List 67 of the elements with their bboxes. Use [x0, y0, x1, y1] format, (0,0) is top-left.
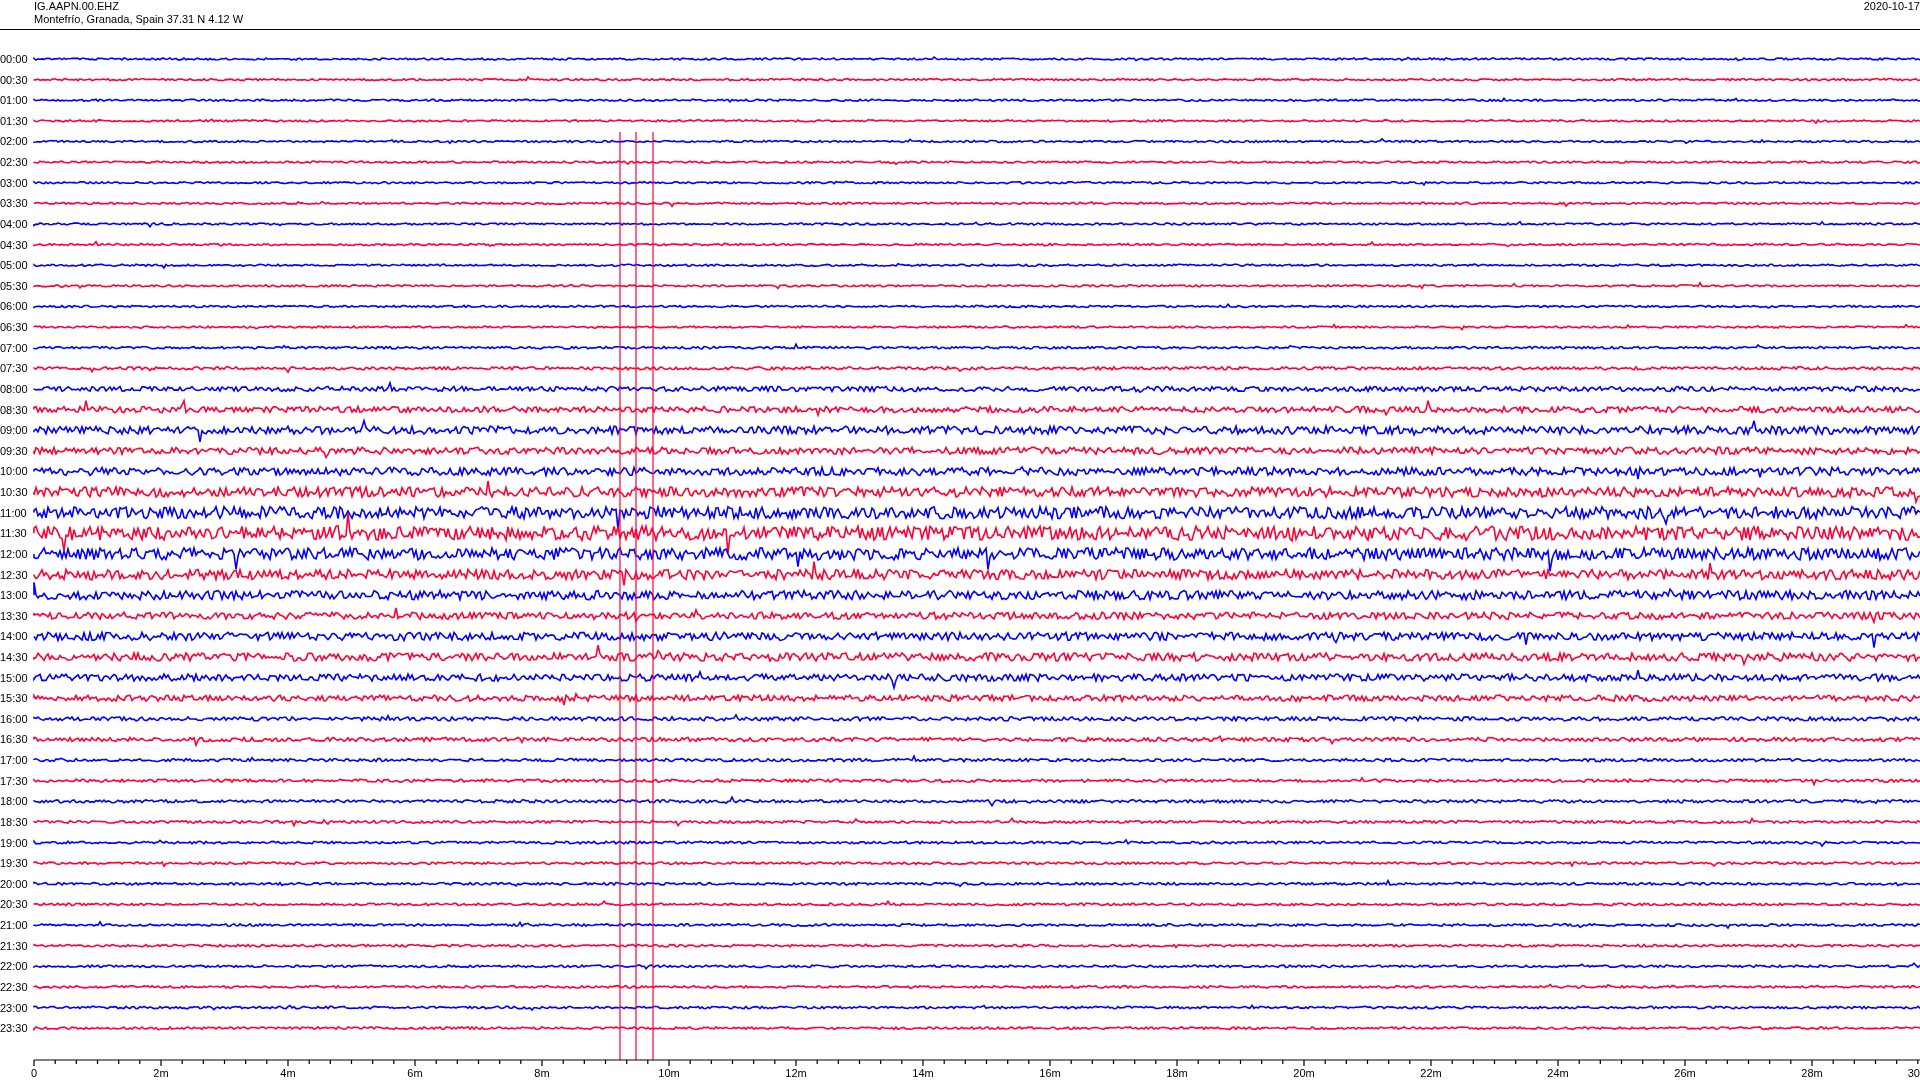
time-label: 07:00 [0, 341, 28, 354]
time-label: 18:00 [0, 795, 28, 808]
time-label: 15:00 [0, 671, 28, 684]
time-label: 17:00 [0, 754, 28, 767]
axis-tick-label: 16m [1039, 1067, 1061, 1079]
time-label: 04:30 [0, 238, 28, 251]
time-label: 04:00 [0, 217, 28, 230]
axis-tick-label: 8m [534, 1067, 550, 1079]
time-label: 23:00 [0, 1001, 28, 1014]
time-label: 03:00 [0, 176, 28, 189]
station-location: Montefrío, Granada, Spain 37.31 N 4.12 W [34, 13, 244, 26]
time-label: 00:30 [0, 73, 28, 86]
time-label: 09:30 [0, 444, 28, 457]
date-label: 2020-10-17 [1863, 0, 1920, 13]
time-label: 16:30 [0, 733, 28, 746]
time-label: 09:00 [0, 424, 28, 437]
time-label: 01:30 [0, 114, 28, 127]
axis-tick-label: 2m [153, 1067, 169, 1079]
axis-tick-label: 20m [1293, 1067, 1315, 1079]
time-label: 19:00 [0, 836, 28, 849]
time-label: 19:30 [0, 857, 28, 870]
time-label: 13:00 [0, 589, 28, 602]
time-label: 20:00 [0, 877, 28, 890]
axis-tick-label: 0 [31, 1067, 38, 1079]
time-label: 05:30 [0, 279, 28, 292]
time-label: 07:30 [0, 362, 28, 375]
time-label: 02:30 [0, 156, 28, 169]
time-label: 22:30 [0, 980, 28, 993]
time-label: 21:30 [0, 939, 28, 952]
time-label: 02:00 [0, 135, 28, 148]
time-label: 13:30 [0, 609, 28, 622]
time-label: 10:30 [0, 486, 28, 498]
time-label: 01:00 [0, 94, 28, 107]
time-label: 21:00 [0, 919, 28, 932]
time-label: 08:30 [0, 403, 28, 416]
time-label: 12:30 [0, 568, 28, 581]
axis-tick-label: 12m [785, 1067, 807, 1079]
axis-tick-label: 24m [1547, 1067, 1569, 1079]
time-label: 15:30 [0, 692, 28, 705]
axis-tick-label: 26m [1674, 1067, 1696, 1079]
time-label: 18:30 [0, 815, 28, 828]
time-label: 08:00 [0, 382, 28, 395]
axis-tick-label: 28m [1801, 1067, 1823, 1079]
axis-tick-label: 14m [912, 1067, 934, 1079]
time-label: 06:30 [0, 321, 28, 334]
axis-tick-label: 22m [1420, 1067, 1442, 1079]
time-label: 06:00 [0, 300, 28, 313]
time-label: 22:00 [0, 960, 28, 973]
station-code: IG.AAPN.00.EHZ [34, 0, 120, 13]
axis-tick-label: 18m [1166, 1067, 1188, 1079]
time-label: 14:00 [0, 630, 28, 643]
time-label: 03:30 [0, 197, 28, 210]
time-label: 16:00 [0, 712, 28, 725]
axis-tick-label: 6m [407, 1067, 423, 1079]
time-label: 17:30 [0, 774, 28, 787]
time-label: 11:00 [0, 506, 27, 519]
axis-tick-label: 30 [1907, 1067, 1920, 1079]
time-label: 23:30 [0, 1022, 28, 1035]
time-label: 11:30 [0, 527, 27, 540]
time-label: 14:30 [0, 651, 28, 663]
time-label: 05:00 [0, 259, 28, 272]
time-label: 00:00 [0, 53, 28, 65]
axis-tick-label: 4m [280, 1067, 296, 1079]
time-label: 10:00 [0, 465, 28, 478]
time-label: 20:30 [0, 898, 28, 911]
time-label: 12:00 [0, 547, 28, 560]
axis-tick-label: 10m [658, 1067, 680, 1079]
